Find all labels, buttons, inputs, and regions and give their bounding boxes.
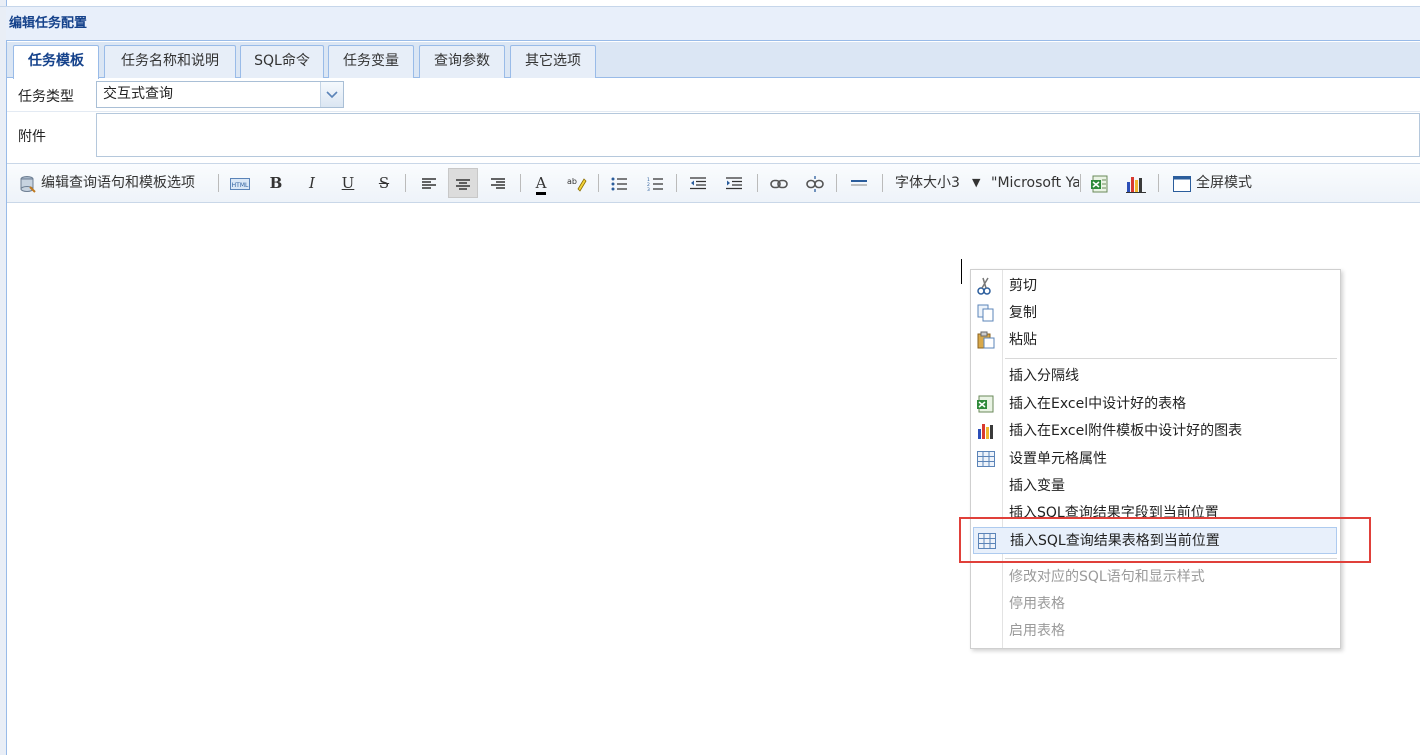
toolbar-separator — [218, 174, 219, 192]
link-icon[interactable] — [764, 168, 794, 198]
toolbar-separator — [405, 174, 406, 192]
tab-task-template[interactable]: 任务模板 — [13, 45, 99, 79]
chevron-down-icon[interactable] — [320, 82, 343, 107]
bold-button[interactable]: B — [261, 168, 291, 198]
tab-other-options[interactable]: 其它选项 — [510, 45, 596, 78]
attachment-label: 附件 — [18, 129, 46, 145]
svg-text:ab: ab — [567, 177, 577, 186]
fullscreen-icon[interactable] — [1167, 168, 1197, 198]
italic-button[interactable]: I — [297, 168, 327, 198]
html-source-icon[interactable]: HTML — [225, 168, 255, 198]
font-color-button[interactable]: A — [526, 168, 556, 198]
align-right-icon[interactable] — [483, 168, 513, 198]
toolbar-separator — [882, 174, 883, 192]
outdent-icon[interactable] — [683, 168, 713, 198]
context-menu: 剪切 复制 粘贴 插入分隔线 插入在Excel中设计好的表格 插入在Excel附… — [970, 269, 1341, 649]
underline-button[interactable]: U — [333, 168, 363, 198]
task-type-label: 任务类型 — [18, 89, 74, 105]
font-size-dropdown[interactable]: 字体大小3 — [895, 164, 960, 202]
cut-icon — [977, 277, 995, 295]
excel-icon — [977, 395, 995, 413]
menu-item-insert-divider[interactable]: 插入分隔线 — [973, 363, 1337, 389]
tab-query-params[interactable]: 查询参数 — [419, 45, 505, 78]
toolbar-separator — [1080, 174, 1081, 192]
caret-down-icon[interactable]: ▼ — [972, 164, 980, 202]
bullet-list-icon[interactable] — [604, 168, 634, 198]
menu-item-edit-sql-style[interactable]: 修改对应的SQL语句和显示样式 — [973, 564, 1337, 590]
menu-item-cell-properties[interactable]: 设置单元格属性 — [973, 446, 1337, 472]
fullscreen-button[interactable]: 全屏模式 — [1196, 164, 1252, 202]
unlink-icon[interactable] — [800, 168, 830, 198]
svg-text:3: 3 — [647, 187, 650, 191]
panel-title: 编辑任务配置 — [6, 7, 1420, 41]
horizontal-rule-icon[interactable] — [844, 168, 874, 198]
toolbar-separator — [836, 174, 837, 192]
menu-item-insert-excel-chart[interactable]: 插入在Excel附件模板中设计好的图表 — [973, 418, 1337, 444]
toolbar-separator — [598, 174, 599, 192]
align-left-icon[interactable] — [414, 168, 444, 198]
attachment-field[interactable] — [96, 113, 1420, 157]
annotation-highlight-box — [959, 517, 1371, 563]
menu-item-copy[interactable]: 复制 — [973, 300, 1337, 326]
menu-item-paste[interactable]: 粘贴 — [973, 327, 1337, 353]
strikethrough-button[interactable]: S — [369, 168, 399, 198]
text-caret — [961, 259, 962, 284]
row-divider — [7, 111, 1420, 112]
indent-icon[interactable] — [719, 168, 749, 198]
menu-item-insert-excel-table[interactable]: 插入在Excel中设计好的表格 — [973, 391, 1337, 417]
highlight-icon[interactable]: ab — [562, 168, 592, 198]
tab-task-variables[interactable]: 任务变量 — [328, 45, 414, 78]
paste-icon — [977, 331, 995, 349]
menu-item-cut[interactable]: 剪切 — [973, 273, 1337, 299]
task-type-select[interactable]: 交互式查询 — [96, 81, 344, 108]
task-type-value: 交互式查询 — [103, 86, 173, 102]
tab-task-name-description[interactable]: 任务名称和说明 — [104, 45, 236, 78]
toolbar-separator — [757, 174, 758, 192]
menu-item-insert-variable[interactable]: 插入变量 — [973, 473, 1337, 499]
font-family-dropdown[interactable]: "Microsoft Ya — [991, 164, 1079, 202]
toolbar-separator — [520, 174, 521, 192]
chart-icon[interactable] — [1121, 168, 1151, 198]
toolbar-separator — [1158, 174, 1159, 192]
chart-icon — [977, 422, 995, 440]
font-color-letter: A — [535, 174, 547, 195]
database-icon[interactable] — [17, 168, 39, 198]
excel-icon[interactable] — [1085, 168, 1115, 198]
copy-icon — [977, 304, 995, 322]
tab-sql-command[interactable]: SQL命令 — [240, 45, 324, 78]
align-center-icon[interactable] — [448, 168, 478, 198]
table-icon — [977, 450, 995, 468]
numbered-list-icon[interactable]: 123 — [640, 168, 670, 198]
menu-item-enable-table[interactable]: 启用表格 — [973, 618, 1337, 644]
toolbar-separator — [676, 174, 677, 192]
edit-query-button[interactable]: 编辑查询语句和模板选项 — [41, 164, 195, 202]
svg-text:HTML: HTML — [232, 182, 249, 189]
editor-toolbar: 编辑查询语句和模板选项 HTML B I U S A ab 123 字体大小3 … — [7, 163, 1420, 203]
menu-separator — [1005, 358, 1337, 359]
menu-item-disable-table[interactable]: 停用表格 — [973, 591, 1337, 617]
tab-strip: 任务模板 任务名称和说明 SQL命令 任务变量 查询参数 其它选项 — [7, 42, 1420, 79]
